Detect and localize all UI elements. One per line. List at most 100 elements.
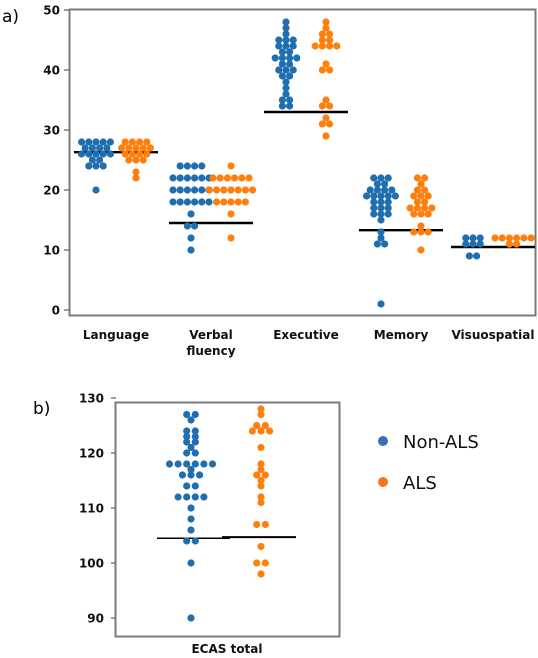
y-tick-label: 90: [87, 612, 104, 626]
data-point-als: [118, 144, 126, 152]
data-point-als: [128, 150, 136, 158]
data-point-als: [322, 132, 330, 140]
data-point-non-als: [191, 186, 199, 194]
data-point-als: [257, 493, 265, 501]
data-point-non-als: [187, 210, 195, 218]
data-point-als: [513, 234, 521, 242]
data-point-als: [223, 174, 231, 182]
category-label-verbal-fluency: Verbal: [189, 328, 233, 342]
data-point-als: [231, 174, 239, 182]
panel-b-y-axis: 90 100 110 120 130: [79, 392, 116, 626]
data-point-als: [227, 234, 235, 242]
data-point-als: [318, 30, 326, 38]
data-point-als: [253, 421, 261, 430]
data-point-non-als: [187, 526, 195, 534]
data-point-non-als: [92, 186, 100, 194]
data-point-non-als: [198, 198, 206, 206]
legend-item-als[interactable]: ALS: [378, 473, 437, 494]
data-point-non-als: [88, 156, 96, 164]
data-point-non-als: [205, 198, 213, 206]
data-point-non-als: [191, 174, 199, 182]
data-point-non-als: [187, 234, 195, 242]
data-point-als: [125, 144, 133, 152]
data-point-non-als: [366, 186, 374, 194]
data-point-als: [326, 102, 334, 110]
data-point-als: [410, 228, 418, 236]
data-point-non-als: [191, 493, 199, 501]
data-point-als: [318, 102, 326, 110]
data-point-non-als: [92, 162, 100, 170]
data-point-als: [413, 198, 421, 206]
data-point-als: [227, 198, 235, 206]
data-point-als: [406, 204, 414, 212]
data-point-non-als: [174, 493, 182, 501]
panel-b-medians: [157, 536, 296, 539]
data-point-als: [136, 150, 144, 158]
y-tick-label: 130: [79, 392, 104, 406]
data-point-als: [410, 210, 418, 218]
data-point-non-als: [282, 78, 290, 86]
data-point-non-als: [286, 72, 294, 80]
data-point-als: [257, 460, 265, 468]
data-point-als: [424, 210, 432, 218]
data-point-non-als: [183, 222, 191, 230]
data-point-non-als: [200, 493, 208, 501]
panel-a-points: [78, 18, 535, 308]
data-point-als: [261, 559, 269, 567]
panel-a-frame: [68, 8, 537, 317]
data-point-non-als: [178, 471, 186, 479]
legend-label-als: ALS: [403, 473, 437, 494]
data-point-als: [125, 156, 133, 164]
data-point-non-als: [176, 174, 184, 182]
data-point-als: [417, 246, 425, 254]
data-point-als: [253, 520, 261, 529]
data-point-non-als: [377, 300, 385, 308]
data-point-als: [333, 42, 341, 50]
category-label-verbal-fluency: fluency: [186, 344, 235, 358]
data-point-non-als: [165, 460, 174, 468]
data-point-non-als: [196, 471, 204, 479]
data-point-non-als: [187, 504, 195, 512]
data-point-als: [318, 66, 326, 74]
y-tick-label: 10: [43, 244, 60, 258]
legend-label-non-als: Non-ALS: [403, 432, 479, 453]
data-point-als: [520, 234, 528, 242]
data-point-non-als: [92, 150, 100, 158]
data-point-non-als: [275, 36, 283, 44]
data-point-non-als: [85, 150, 93, 158]
data-point-als: [257, 443, 265, 452]
data-point-non-als: [384, 174, 392, 182]
data-point-non-als: [462, 234, 470, 242]
legend: Non-ALS ALS: [378, 432, 479, 494]
y-tick-label: 0: [52, 304, 60, 318]
data-point-non-als: [187, 614, 195, 622]
data-point-non-als: [78, 138, 86, 146]
data-point-non-als: [183, 460, 191, 468]
data-point-als: [326, 30, 334, 38]
data-point-als: [220, 186, 228, 194]
data-point-als: [220, 198, 228, 206]
data-point-non-als: [293, 54, 301, 62]
panel-a: a) 0 10 20 30 40 50 Language Verbal fluency Exec…: [2, 4, 537, 358]
data-point-non-als: [99, 150, 107, 158]
panel-b-points: [165, 405, 274, 622]
data-point-als: [227, 210, 235, 218]
data-point-non-als: [388, 186, 396, 194]
data-point-als: [311, 42, 319, 50]
data-point-non-als: [92, 138, 100, 146]
data-point-non-als: [191, 410, 199, 419]
panel-a-y-axis: 0 10 20 30 40 50: [43, 4, 69, 318]
data-point-non-als: [169, 174, 177, 182]
data-point-als: [132, 156, 140, 164]
data-point-non-als: [183, 162, 191, 170]
data-point-als: [421, 198, 429, 206]
data-point-non-als: [469, 234, 477, 242]
data-point-als: [241, 198, 249, 206]
data-point-non-als: [176, 162, 184, 170]
legend-item-non-als[interactable]: Non-ALS: [378, 432, 479, 453]
data-point-non-als: [282, 66, 290, 74]
data-point-als: [491, 234, 499, 242]
data-point-non-als: [176, 186, 184, 194]
data-point-als: [143, 138, 151, 146]
data-point-non-als: [183, 537, 191, 545]
